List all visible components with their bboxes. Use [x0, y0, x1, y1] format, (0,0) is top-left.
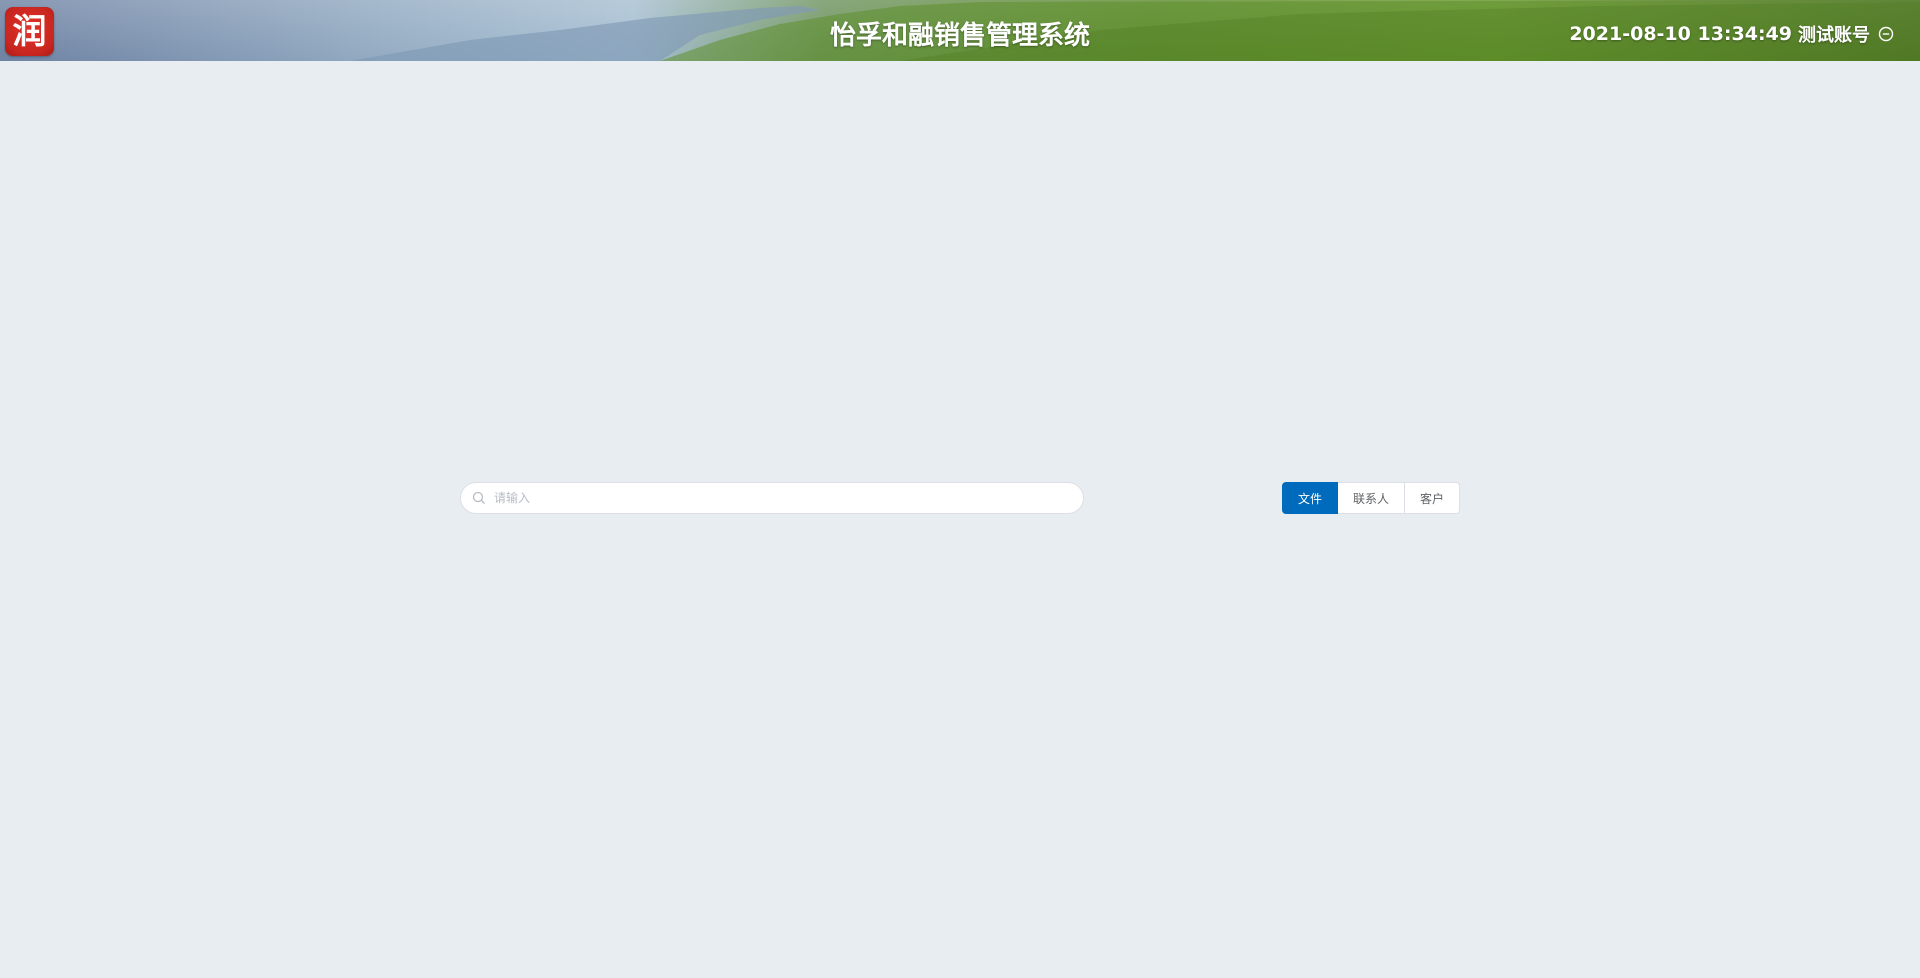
- user-info: 2021-08-10 13:34:49 测试账号: [1569, 21, 1894, 47]
- username[interactable]: 测试账号: [1798, 21, 1870, 47]
- top-banner: 润 怡孚和融销售管理系统 2021-08-10 13:34:49 测试账号: [0, 0, 1920, 61]
- search-input[interactable]: [492, 490, 1076, 506]
- tab-contacts[interactable]: 联系人: [1338, 482, 1405, 514]
- tab-file[interactable]: 文件: [1282, 482, 1338, 514]
- minus-circle-icon[interactable]: [1878, 26, 1894, 42]
- current-datetime: 2021-08-10 13:34:49: [1569, 23, 1792, 45]
- search-type-tabs: 文件 联系人 客户: [1282, 482, 1460, 514]
- search-field[interactable]: [460, 482, 1084, 514]
- search-icon: [472, 491, 485, 504]
- tab-customers[interactable]: 客户: [1405, 482, 1460, 514]
